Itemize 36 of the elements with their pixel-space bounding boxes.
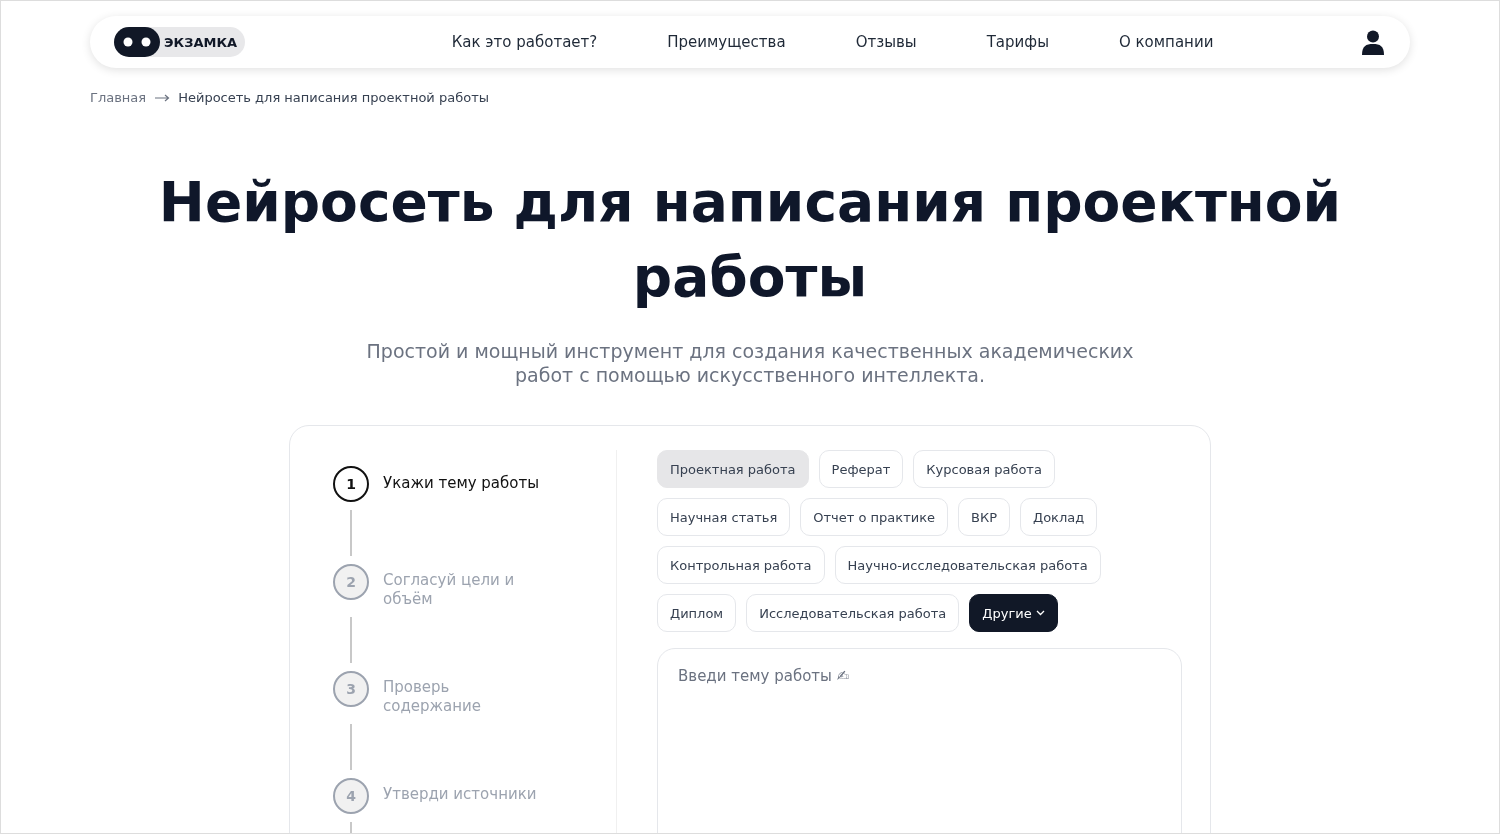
topic-field[interactable]: Введи тему работы ✍ [657,648,1182,833]
page-subtitle: Простой и мощный инструмент для создания качественных академических работ с помощью искусственного интеллекта. [365,339,1135,387]
work-type-chip[interactable]: Научно-исследовательская работа [834,546,1101,584]
work-type-chip[interactable]: Доклад [1020,498,1098,536]
work-type-chip[interactable]: Диплом [657,594,737,632]
work-type-chip[interactable]: Контрольная работа [657,546,825,584]
step-number: 2 [333,564,369,600]
work-type-chip[interactable]: Проектная работа [657,450,809,488]
logo[interactable]: ЭКЗАМКА [114,27,246,57]
work-type-chip[interactable]: Отчет о практике [800,498,948,536]
nav-link[interactable]: Отзывы [855,33,917,51]
work-type-chip[interactable]: Научная статья [657,498,791,536]
breadcrumb-link[interactable]: Главная [90,90,147,105]
caret-icon [1035,610,1045,616]
step-label: Укажи тему работы [383,474,541,493]
more-dropdown[interactable]: Другие [969,594,1058,632]
nav-link[interactable]: Тарифы [986,33,1049,51]
user-icon[interactable] [1360,29,1386,55]
step-number: 4 [333,778,369,814]
page-title: Нейросеть для написания проектной работы [157,169,1343,311]
step-number: 1 [333,466,369,502]
work-type-chip[interactable]: Курсовая работа [913,450,1055,488]
step-label: Проверь содержание [383,678,483,716]
step-label: Согласуй цели и объём [383,571,516,609]
logo-text: ЭКЗАМКА [164,34,238,50]
work-type-chip[interactable]: ВКР [958,498,1010,536]
step-label: Утверди источники [383,785,538,804]
arrow-icon [154,93,171,102]
work-type-chip[interactable]: Реферат [818,450,904,488]
nav-link[interactable]: О компании [1119,33,1214,51]
breadcrumb-current: Нейросеть для написания проектной работы [178,90,489,105]
work-type-chip[interactable]: Исследовательская работа [746,594,960,632]
step-number: 3 [333,671,369,707]
nav-link[interactable]: Преимущества [667,33,786,51]
logo-eyes-icon [114,27,160,57]
nav-link[interactable]: Как это работает? [451,33,598,51]
